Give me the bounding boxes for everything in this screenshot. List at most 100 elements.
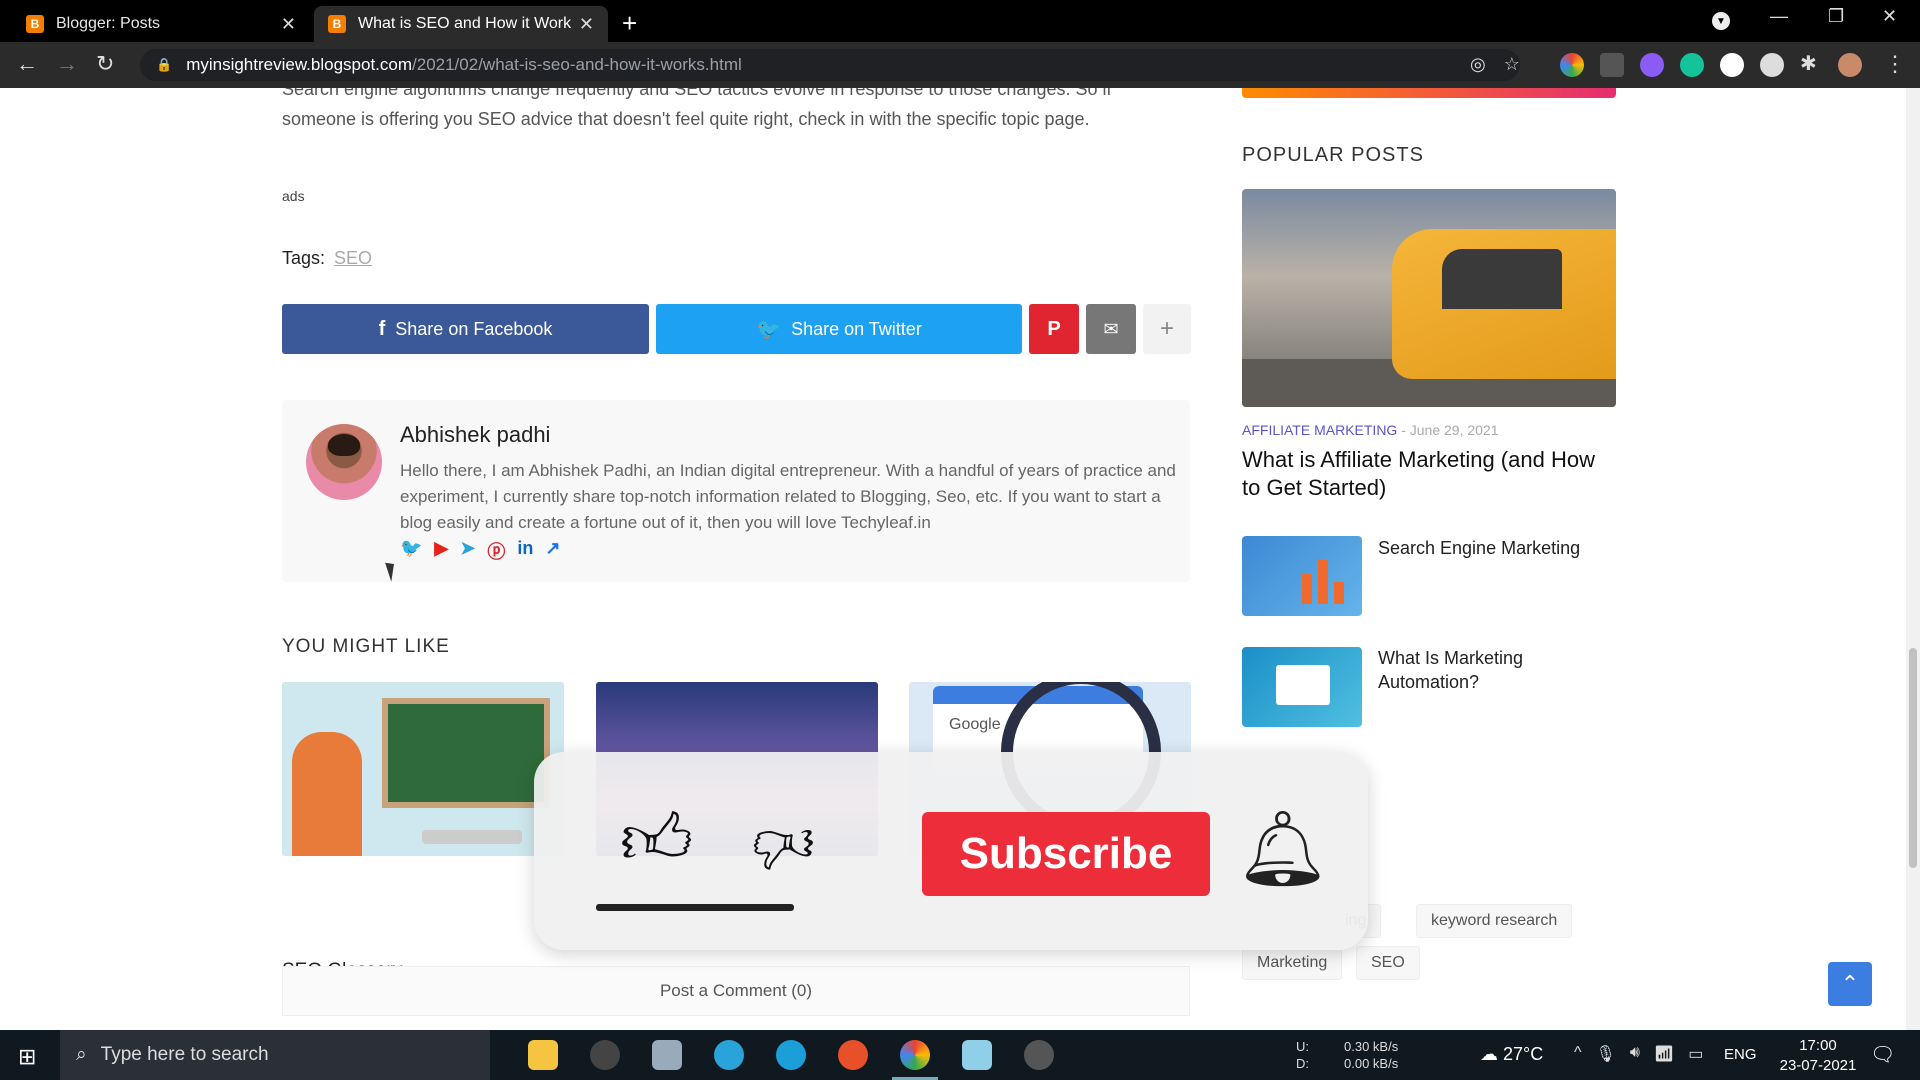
extension-purple-icon[interactable] (1640, 53, 1664, 77)
share-email-button[interactable]: ✉ (1086, 304, 1136, 354)
featured-post-title[interactable]: What is Affiliate Marketing (and How to … (1242, 446, 1616, 502)
taxi-window (1442, 249, 1562, 309)
label-chip-marketing[interactable]: Marketing (1242, 946, 1343, 980)
clock[interactable]: 17:00 23-07-2021 (1778, 1036, 1858, 1076)
tab-title: Blogger: Posts (56, 15, 161, 32)
profile-avatar-icon[interactable] (1838, 53, 1862, 77)
tag-link-seo[interactable]: SEO (334, 248, 372, 268)
file-explorer-icon[interactable] (528, 1040, 558, 1070)
post-comment-button[interactable]: Post a Comment (0) (282, 966, 1190, 1016)
tracking-blocked-icon[interactable]: ◎ (1470, 54, 1486, 75)
related-heading: YOU MIGHT LIKE (282, 636, 450, 657)
featured-post-category[interactable]: AFFILIATE MARKETING (1242, 422, 1397, 438)
chrome-icon[interactable] (892, 1040, 938, 1080)
share-twitter-label: Share on Twitter (791, 318, 922, 339)
label-chip-seo[interactable]: SEO (1356, 946, 1420, 980)
facebook-icon: f (378, 317, 386, 340)
omnibox-actions: ◎ ☆ (1470, 54, 1520, 75)
share-twitter-button[interactable]: 🐦 Share on Twitter (656, 304, 1022, 354)
weather-widget[interactable]: ☁ 27°C (1480, 1044, 1543, 1065)
close-tab-icon[interactable]: ✕ (281, 14, 296, 35)
extension-window-icon[interactable] (1600, 53, 1624, 77)
featured-post-image[interactable] (1242, 189, 1616, 407)
subscribe-overlay: 👍︎ 👍︎ Subscribe 🔔︎ (534, 752, 1368, 950)
teacher-illustration (292, 732, 362, 856)
bell-icon[interactable]: 🔔︎ (1236, 806, 1330, 893)
thumb-bar (1302, 574, 1312, 604)
app-icon[interactable] (962, 1040, 992, 1070)
battery-icon[interactable]: ▭ (1688, 1044, 1703, 1064)
reload-icon[interactable]: ↻ (96, 51, 114, 77)
forward-icon[interactable]: → (56, 51, 78, 77)
share-more-button[interactable]: + (1143, 304, 1191, 354)
twitter-icon[interactable]: 🐦 (400, 538, 422, 564)
share-facebook-button[interactable]: f Share on Facebook (282, 304, 649, 354)
extension-f-icon[interactable] (1720, 53, 1744, 77)
tab-what-is-seo[interactable]: B What is SEO and How it Works? ✕ (314, 6, 608, 42)
network-speed-meter: U: 0.30 kB/s D: 0.00 kB/s (1296, 1038, 1398, 1072)
author-avatar (306, 424, 382, 500)
thumbs-down-icon[interactable]: 👍︎ (752, 808, 815, 880)
twitter-icon: 🐦 (756, 318, 782, 341)
notification-icon[interactable]: 🗨︎ (1870, 1042, 1895, 1067)
subscribe-button[interactable]: Subscribe (922, 812, 1210, 896)
windows-taskbar: ⊞ ⌕ Type here to search U: 0.30 kB/s D: 0.… (0, 1030, 1920, 1080)
obs-icon-2[interactable] (1024, 1040, 1054, 1070)
youtube-icon[interactable]: ▶ (434, 538, 448, 564)
sidebar-banner-strip (1242, 88, 1616, 98)
popular-post-thumb-automation[interactable] (1242, 647, 1362, 727)
page-scrollbar[interactable] (1906, 88, 1920, 1030)
volume-icon[interactable]: 🔊︎ (1630, 1044, 1640, 1064)
address-bar[interactable]: 🔒 myinsightreview.blogspot.com /2021/02/… (140, 49, 1520, 81)
bookmark-star-icon[interactable]: ☆ (1504, 54, 1520, 75)
tab-blogger-posts[interactable]: B Blogger: Posts ✕ (12, 6, 310, 42)
lock-icon[interactable]: 🔒 (156, 57, 172, 73)
firefox-icon[interactable] (838, 1040, 868, 1070)
author-box: Abhishek padhi Hello there, I am Abhishe… (282, 400, 1190, 582)
popular-post-title[interactable]: Search Engine Marketing (1378, 536, 1618, 560)
author-name[interactable]: Abhishek padhi (400, 422, 550, 448)
taskbar-search[interactable]: ⌕ Type here to search (60, 1030, 490, 1080)
scrollbar-thumb[interactable] (1909, 648, 1917, 868)
back-to-top-button[interactable]: ⌃ (1828, 962, 1872, 1006)
taskbar-search-placeholder: Type here to search (100, 1044, 269, 1065)
telegram-icon[interactable]: ➤ (460, 538, 475, 564)
chevron-up-icon[interactable]: ^ (1574, 1044, 1582, 1064)
grammarly-icon[interactable] (1680, 53, 1704, 77)
thumb-bar (1334, 582, 1344, 604)
weather-cloud-icon: ☁ (1480, 1044, 1498, 1064)
chalkboard-illustration (382, 698, 550, 808)
external-link-icon[interactable]: ↗ (545, 538, 560, 564)
label-chip-keyword-research[interactable]: keyword research (1416, 904, 1573, 938)
telegram-app-icon[interactable] (714, 1040, 744, 1070)
ads-label: ads (282, 188, 305, 204)
thumbs-up-icon[interactable]: 👍︎ (620, 798, 693, 882)
wifi-icon[interactable]: 📶︎ (1654, 1044, 1674, 1064)
browser-menu-icon[interactable]: ⋮ (1884, 51, 1906, 77)
language-indicator[interactable]: ENG (1724, 1046, 1757, 1063)
related-card-seo-glossary[interactable] (282, 682, 564, 856)
popular-post-title[interactable]: What Is Marketing Automation? (1378, 646, 1618, 694)
microphone-icon[interactable]: 🎙︎ (1596, 1044, 1616, 1064)
linkedin-icon[interactable]: in (517, 538, 533, 564)
share-pinterest-button[interactable]: P (1029, 304, 1079, 354)
close-window-icon[interactable]: ✕ (1882, 6, 1897, 27)
article-paragraph: Search engine algorithms change frequent… (282, 88, 1112, 129)
close-tab-icon[interactable]: ✕ (579, 14, 594, 35)
new-tab-button[interactable]: + (622, 8, 637, 39)
extension-pen-icon[interactable] (1760, 53, 1784, 77)
extensions-puzzle-icon[interactable]: ✱ (1800, 51, 1817, 76)
extension-color-icon[interactable] (1560, 53, 1584, 77)
obs-icon[interactable] (590, 1040, 620, 1070)
tab-search-icon[interactable]: ▼ (1712, 12, 1730, 30)
post-tags: Tags: SEO (282, 248, 372, 269)
edge-icon[interactable] (776, 1040, 806, 1070)
url-host: myinsightreview.blogspot.com (186, 55, 413, 74)
notepad-icon[interactable] (652, 1040, 682, 1070)
popular-post-thumb-sem[interactable] (1242, 536, 1362, 616)
pinterest-icon[interactable]: ⓟ (487, 538, 505, 564)
restore-icon[interactable]: ❐ (1828, 6, 1844, 27)
back-icon[interactable]: ← (16, 51, 38, 77)
minimize-icon[interactable]: — (1770, 6, 1788, 27)
windows-start-icon[interactable]: ⊞ (18, 1044, 36, 1070)
